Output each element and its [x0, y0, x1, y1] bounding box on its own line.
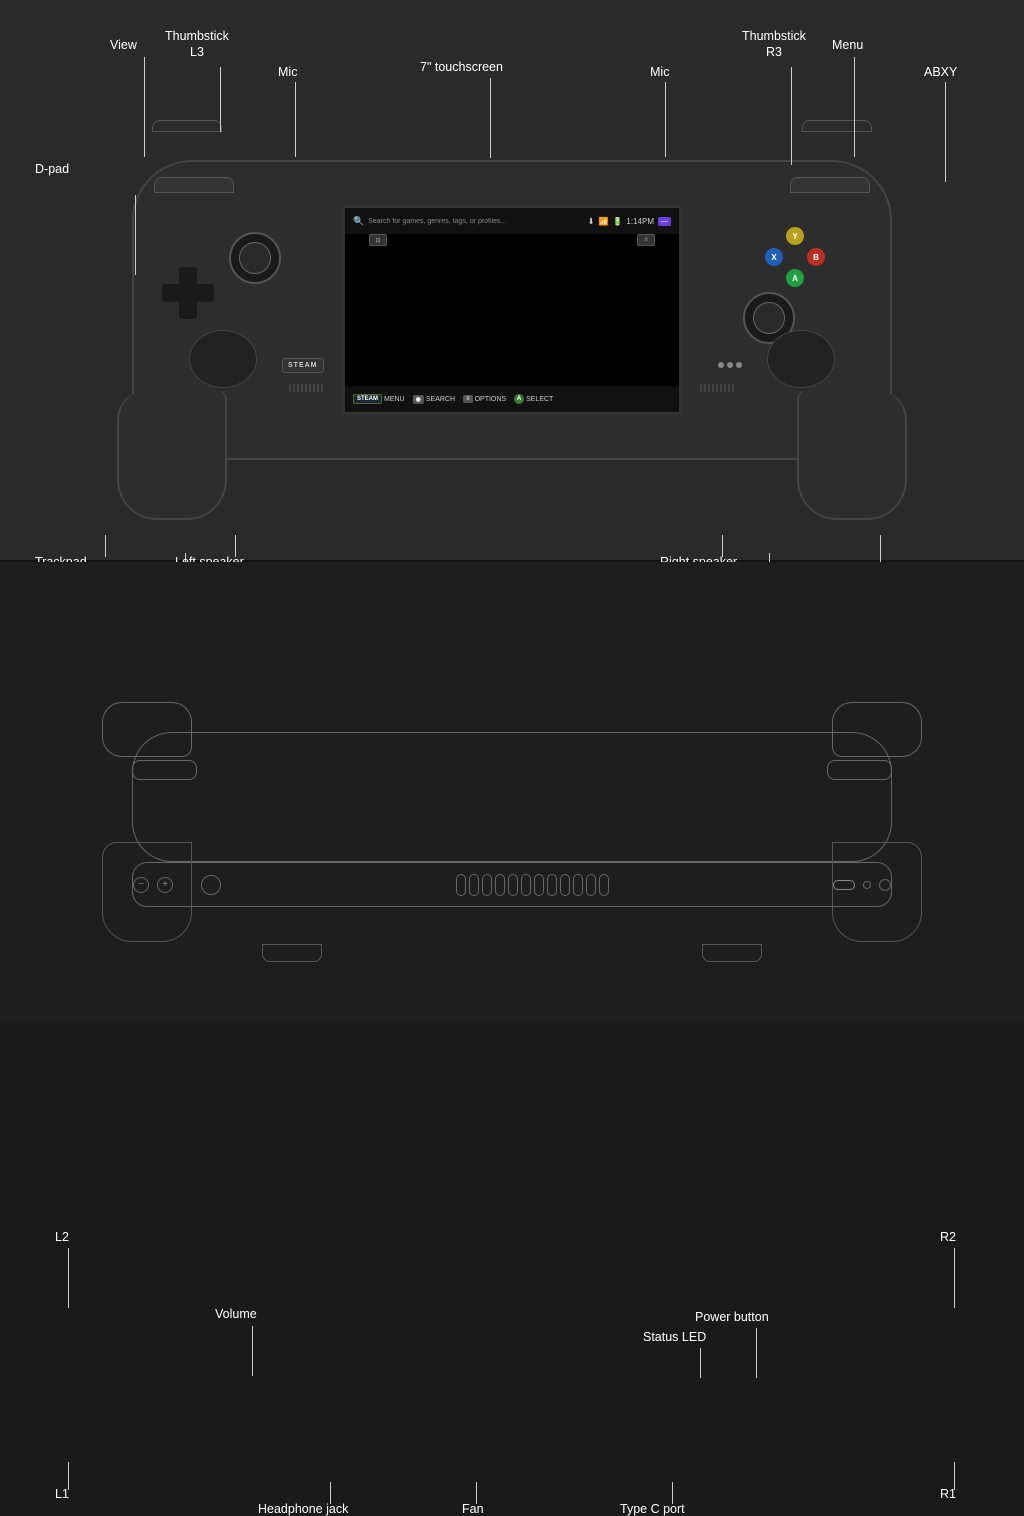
label-thumbstick-l3: Thumbstick L3 — [165, 28, 229, 61]
view-button[interactable]: ⊡ — [369, 234, 387, 246]
foot-left — [262, 944, 322, 962]
label-r2: R2 — [940, 1230, 956, 1244]
bottom-edge: − + — [132, 862, 892, 907]
quick-access-button[interactable] — [718, 362, 742, 368]
label-dpad: D-pad — [35, 162, 69, 176]
device-back: − + — [102, 702, 922, 942]
status-led — [863, 881, 871, 889]
touchscreen[interactable]: 🔍 Search for games, genres, tags, or pro… — [342, 205, 682, 415]
trackpad-left[interactable] — [189, 330, 257, 388]
steam-button[interactable]: STEAM — [282, 358, 324, 373]
label-status-led: Status LED — [643, 1330, 706, 1344]
wifi-icon: 📶 — [598, 217, 608, 226]
grip-right — [797, 390, 907, 520]
options-btn-icon: ≡ — [463, 395, 473, 403]
fan-grille — [456, 874, 609, 896]
label-menu: Menu — [832, 38, 863, 52]
deck-back-body — [132, 732, 892, 862]
label-abxy: ABXY — [924, 65, 957, 79]
bumper-r1 — [790, 177, 870, 193]
y-button[interactable]: Y — [786, 227, 804, 245]
a-button[interactable]: A — [786, 269, 804, 287]
select-badge: A SELECT — [514, 394, 553, 404]
device-front: 🔍 Search for games, genres, tags, or pro… — [132, 120, 892, 500]
battery-icon: 🔋 — [612, 217, 622, 226]
bumper-l1 — [154, 177, 234, 193]
trigger-l2 — [152, 120, 222, 132]
headphone-jack — [201, 875, 221, 895]
label-headphone-jack: Headphone jack — [258, 1502, 348, 1516]
power-button[interactable] — [879, 879, 891, 891]
label-touchscreen: 7" touchscreen — [420, 60, 503, 74]
trigger-r2 — [802, 120, 872, 132]
left-speaker — [289, 384, 324, 392]
label-l1: L1 — [55, 1487, 69, 1501]
screen-time: 1:14PM — [626, 217, 654, 226]
label-view: View — [110, 38, 137, 52]
label-type-c-port: Type C port — [620, 1502, 685, 1516]
search-badge: ◉ SEARCH — [413, 395, 455, 404]
x-button[interactable]: X — [765, 248, 783, 266]
label-r1: R1 — [940, 1487, 956, 1501]
top-section: 🔍 Search for games, genres, tags, or pro… — [0, 0, 1024, 560]
label-thumbstick-r3: Thumbstick R3 — [742, 28, 806, 61]
type-c-port — [833, 880, 855, 890]
abxy-group: Y X B A — [765, 227, 825, 287]
label-volume: Volume — [215, 1307, 257, 1321]
steam-menu-badge: STEAM MENU — [353, 394, 405, 404]
options-badge: ≡ OPTIONS — [463, 395, 506, 403]
screen-content — [345, 234, 679, 386]
deck-body: 🔍 Search for games, genres, tags, or pro… — [132, 160, 892, 460]
thumbstick-l3[interactable] — [229, 232, 281, 284]
steam-badge-label: STEAM — [353, 394, 382, 404]
bottom-section: − + — [0, 562, 1024, 1022]
screen-status-icons: ⬇ 📶 🔋 1:14PM — — [588, 217, 671, 226]
search-placeholder-text: Search for games, genres, tags, or profi… — [368, 218, 506, 225]
label-fan: Fan — [462, 1502, 484, 1516]
screen-bottombar: STEAM MENU ◉ SEARCH ≡ OPTIONS A SELECT — [345, 386, 679, 412]
screen-search: 🔍 Search for games, genres, tags, or pro… — [353, 216, 584, 227]
dpad[interactable] — [162, 267, 214, 319]
right-speaker — [700, 384, 735, 392]
label-l2: L2 — [55, 1230, 69, 1244]
volume-plus[interactable]: + — [157, 877, 173, 893]
volume-minus[interactable]: − — [133, 877, 149, 893]
download-icon: ⬇ — [588, 217, 595, 226]
a-btn-icon: A — [514, 394, 524, 404]
grip-left — [117, 390, 227, 520]
label-power-button: Power button — [695, 1310, 769, 1324]
battery-percentage: — — [658, 217, 671, 226]
label-mic-left: Mic — [278, 65, 297, 79]
trackpad-right[interactable] — [767, 330, 835, 388]
b-button[interactable]: B — [807, 248, 825, 266]
menu-button[interactable]: ≡ — [637, 234, 655, 246]
label-mic-right: Mic — [650, 65, 669, 79]
foot-right — [702, 944, 762, 962]
search-icon: 🔍 — [353, 216, 364, 227]
search-btn-icon: ◉ — [413, 395, 424, 404]
